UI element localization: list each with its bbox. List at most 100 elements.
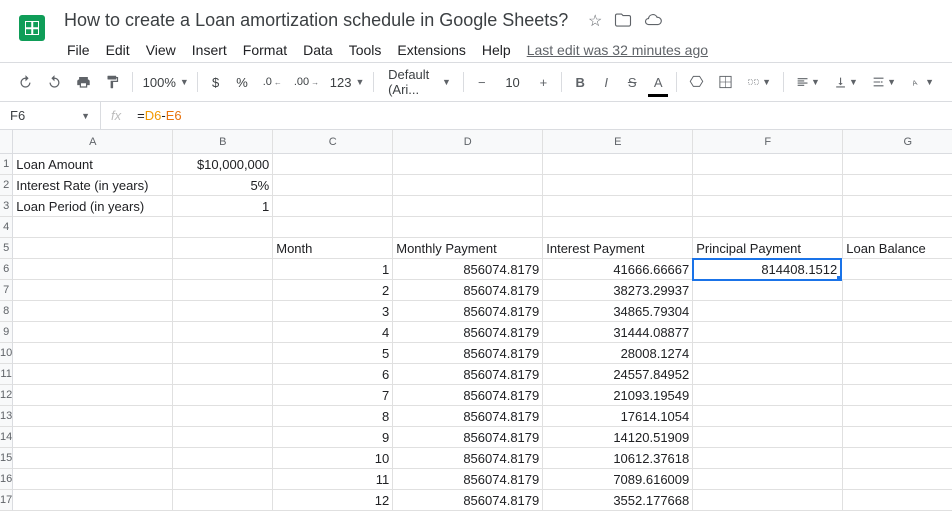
row-header-4[interactable]: 4 xyxy=(0,217,13,238)
cell-D8[interactable]: 856074.8179 xyxy=(393,301,543,322)
cell-A13[interactable] xyxy=(13,406,173,427)
cell-C11[interactable]: 6 xyxy=(273,364,393,385)
cell-E9[interactable]: 31444.08877 xyxy=(543,322,693,343)
cell-D11[interactable]: 856074.8179 xyxy=(393,364,543,385)
cell-D13[interactable]: 856074.8179 xyxy=(393,406,543,427)
cell-F9[interactable] xyxy=(693,322,843,343)
sheets-logo[interactable] xyxy=(12,8,52,48)
cell-D2[interactable] xyxy=(393,175,543,196)
cell-F12[interactable] xyxy=(693,385,843,406)
cell-A12[interactable] xyxy=(13,385,173,406)
cell-B1[interactable]: $10,000,000 xyxy=(173,154,273,175)
cell-A5[interactable] xyxy=(13,238,173,259)
col-header-D[interactable]: D xyxy=(393,130,543,154)
cell-C4[interactable] xyxy=(273,217,393,238)
col-header-G[interactable]: G xyxy=(843,130,952,154)
cell-B7[interactable] xyxy=(173,280,273,301)
row-header-5[interactable]: 5 xyxy=(0,238,13,259)
cell-A16[interactable] xyxy=(13,469,173,490)
cell-G12[interactable] xyxy=(843,385,952,406)
cell-E5[interactable]: Interest Payment xyxy=(543,238,693,259)
cell-A4[interactable] xyxy=(13,217,173,238)
cell-D3[interactable] xyxy=(393,196,543,217)
cell-B5[interactable] xyxy=(173,238,273,259)
row-header-13[interactable]: 13 xyxy=(0,406,13,427)
bold-button[interactable]: B xyxy=(568,69,592,95)
cell-C5[interactable]: Month xyxy=(273,238,393,259)
move-icon[interactable] xyxy=(614,11,632,34)
cell-A6[interactable] xyxy=(13,259,173,280)
menu-edit[interactable]: Edit xyxy=(99,38,137,62)
cell-C8[interactable]: 3 xyxy=(273,301,393,322)
cell-C9[interactable]: 4 xyxy=(273,322,393,343)
row-header-11[interactable]: 11 xyxy=(0,364,13,385)
cell-F6[interactable]: 814408.1512 xyxy=(692,258,842,281)
cloud-icon[interactable] xyxy=(644,11,662,34)
cell-B13[interactable] xyxy=(173,406,273,427)
cell-F14[interactable] xyxy=(693,427,843,448)
cell-G6[interactable] xyxy=(841,259,952,280)
decrease-decimal-button[interactable]: .0← xyxy=(257,69,287,95)
cell-B14[interactable] xyxy=(173,427,273,448)
cell-B3[interactable]: 1 xyxy=(173,196,273,217)
row-header-12[interactable]: 12 xyxy=(0,385,13,406)
percent-button[interactable]: % xyxy=(230,69,255,95)
fill-color-button[interactable] xyxy=(683,69,710,95)
cell-G15[interactable] xyxy=(843,448,952,469)
cell-A1[interactable]: Loan Amount xyxy=(13,154,173,175)
cell-A15[interactable] xyxy=(13,448,173,469)
cell-E3[interactable] xyxy=(543,196,693,217)
cell-B12[interactable] xyxy=(173,385,273,406)
row-header-14[interactable]: 14 xyxy=(0,427,13,448)
row-header-17[interactable]: 17 xyxy=(0,490,13,511)
cell-G16[interactable] xyxy=(843,469,952,490)
cell-C13[interactable]: 8 xyxy=(273,406,393,427)
cell-D16[interactable]: 856074.8179 xyxy=(393,469,543,490)
cell-A8[interactable] xyxy=(13,301,173,322)
wrap-button[interactable]: ▼ xyxy=(866,69,902,95)
cell-F16[interactable] xyxy=(693,469,843,490)
cell-E6[interactable]: 41666.66667 xyxy=(543,259,693,280)
cell-G9[interactable] xyxy=(843,322,952,343)
star-icon[interactable]: ☆ xyxy=(588,11,602,34)
cell-B4[interactable] xyxy=(173,217,273,238)
text-color-button[interactable]: A xyxy=(646,69,670,95)
strikethrough-button[interactable]: S xyxy=(620,69,644,95)
col-header-F[interactable]: F xyxy=(693,130,843,154)
cell-E10[interactable]: 28008.1274 xyxy=(543,343,693,364)
cell-D5[interactable]: Monthly Payment xyxy=(393,238,543,259)
row-header-8[interactable]: 8 xyxy=(0,301,13,322)
cell-A2[interactable]: Interest Rate (in years) xyxy=(13,175,173,196)
cell-E15[interactable]: 10612.37618 xyxy=(543,448,693,469)
rotate-button[interactable]: A▼ xyxy=(904,69,940,95)
cell-G14[interactable] xyxy=(843,427,952,448)
cell-F11[interactable] xyxy=(693,364,843,385)
cell-G10[interactable] xyxy=(843,343,952,364)
menu-insert[interactable]: Insert xyxy=(185,38,234,62)
cell-C17[interactable]: 12 xyxy=(273,490,393,511)
cell-B10[interactable] xyxy=(173,343,273,364)
row-header-15[interactable]: 15 xyxy=(0,448,13,469)
print-button[interactable] xyxy=(70,69,97,95)
cell-C16[interactable]: 11 xyxy=(273,469,393,490)
font-family-dropdown[interactable]: Default (Ari...▼ xyxy=(380,69,457,95)
formula-input[interactable]: =D6-E6 xyxy=(131,108,187,124)
cell-B16[interactable] xyxy=(173,469,273,490)
cell-F17[interactable] xyxy=(693,490,843,511)
name-box[interactable]: F6▼ xyxy=(0,108,100,123)
row-header-10[interactable]: 10 xyxy=(0,343,13,364)
cell-B8[interactable] xyxy=(173,301,273,322)
cell-D7[interactable]: 856074.8179 xyxy=(393,280,543,301)
row-header-2[interactable]: 2 xyxy=(0,175,13,196)
zoom-dropdown[interactable]: 100%▼ xyxy=(139,69,191,95)
row-header-9[interactable]: 9 xyxy=(0,322,13,343)
cell-C10[interactable]: 5 xyxy=(273,343,393,364)
cell-E12[interactable]: 21093.19549 xyxy=(543,385,693,406)
row-header-16[interactable]: 16 xyxy=(0,469,13,490)
cell-G4[interactable] xyxy=(843,217,952,238)
cell-A14[interactable] xyxy=(13,427,173,448)
menu-tools[interactable]: Tools xyxy=(342,38,389,62)
cell-G13[interactable] xyxy=(843,406,952,427)
cell-A9[interactable] xyxy=(13,322,173,343)
document-title[interactable]: How to create a Loan amortization schedu… xyxy=(60,8,572,33)
